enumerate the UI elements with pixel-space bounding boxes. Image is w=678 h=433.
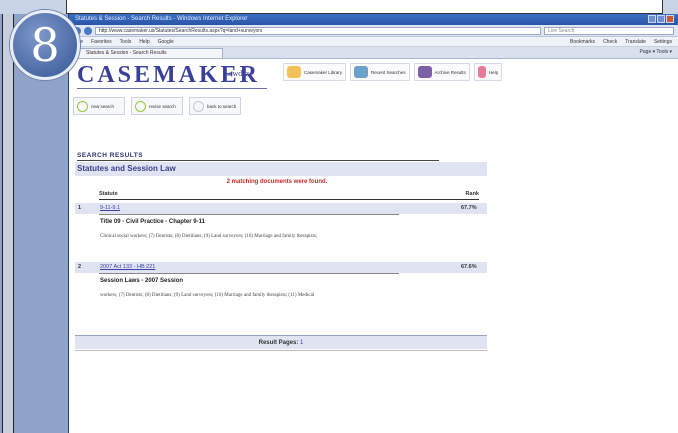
revise-search-icon [135,100,146,112]
tab-bar: Statutes & Session - Search Results Page… [69,47,678,59]
pages-bottom-rule [75,350,487,351]
slide-left-frame [2,14,14,433]
help-bulb-icon [477,66,486,78]
result-row-band [75,203,487,214]
window-titlebar: Statutes & Session - Search Results - Wi… [69,14,678,25]
result-number: 1 [78,205,82,211]
search-results-heading: SEARCH RESULTS [77,152,144,159]
heading-rule [77,160,439,161]
menu-bar: File Favorites Tools Help Google Bookmar… [69,37,678,47]
menu-google[interactable]: Google [158,39,174,45]
nav-recent-button[interactable]: Recent Searches [350,63,410,81]
revise-search-label: revise search [149,103,176,109]
recent-searches-icon [354,66,369,78]
statute-column-label[interactable]: Statute [99,191,118,197]
step-number-badge: 8 [10,10,80,80]
results-column-header: Statute Rank [99,191,479,197]
forward-icon[interactable] [84,26,92,35]
result-link[interactable]: 9-11-9.1 [100,205,120,211]
slide-top-box [66,0,663,14]
menu-tools[interactable]: Tools [120,39,132,45]
page-content: CASEMAKER Lawdex Casemaker Library Recen… [69,59,678,433]
browser-search-input[interactable]: Live Search [544,26,674,35]
result-pages-bar: Result Pages: 1 [75,335,487,349]
casemaker-sub-logo: Lawdex [224,69,250,78]
result-separator [99,214,399,215]
result-snippet: Clinical social workers; (7) Dentists; (… [100,234,318,239]
menu-help[interactable]: Help [139,39,149,45]
new-search-label: new search [91,103,115,109]
result-title: Session Laws - 2007 Session [100,278,184,284]
nav-library-button[interactable]: Casemaker Library [283,63,347,81]
new-search-icon [77,100,88,112]
nav-library-label: Casemaker Library [304,69,343,75]
rank-column-label[interactable]: Rank [466,191,479,197]
address-bar: http://www.casemaker.us/Statutes/SearchR… [69,25,678,37]
result-separator [99,273,399,274]
menu-check[interactable]: Check [603,39,617,45]
search-subnav: new search revise search back to search [73,97,241,115]
window-title: Statutes & Session - Search Results - Wi… [75,16,248,22]
close-icon[interactable] [666,15,674,23]
library-icon [287,66,301,78]
tab-search-results[interactable]: Statutes & Session - Search Results [75,47,223,58]
nav-archive-button[interactable]: Archive Results [413,63,470,81]
match-count-message: 2 matching documents were found. [226,179,328,185]
section-title: Statutes and Session Law [75,162,487,176]
back-to-search-icon [193,100,204,112]
back-to-search-label: back to search [207,103,237,109]
window-controls [648,15,674,23]
new-search-button[interactable]: new search [73,97,125,115]
column-header-rule [99,199,479,200]
maximize-icon[interactable] [657,15,665,23]
result-rank: 67.6% [461,264,477,270]
result-title: Title 09 - Civil Practice - Chapter 9-11 [100,219,205,225]
result-link[interactable]: 2007 Act 133 - HB 221 [100,264,155,270]
browser-window: Statutes & Session - Search Results - Wi… [68,14,678,433]
tab-tools[interactable]: Page ▾ Tools ▾ [640,49,672,55]
result-pages-label: Result Pages: [258,340,299,346]
result-snippet: workers; (7) Dentists; (8) Dietitians; (… [100,293,315,298]
revise-search-button[interactable]: revise search [131,97,183,115]
nav-archive-label: Archive Results [434,69,466,75]
result-rank: 67.7% [461,205,477,211]
menu-settings[interactable]: Settings [654,39,672,45]
url-field[interactable]: http://www.casemaker.us/Statutes/SearchR… [95,26,541,35]
archive-icon [417,66,432,78]
result-number: 2 [78,264,82,270]
nav-help-button[interactable]: Help [473,63,503,81]
nav-help-label: Help [488,69,499,75]
logo-underline [77,88,267,89]
menu-favorites[interactable]: Favorites [91,39,112,45]
result-page-link[interactable]: 1 [300,340,303,346]
minimize-icon[interactable] [648,15,656,23]
menu-bookmarks[interactable]: Bookmarks [570,39,595,45]
menu-translate[interactable]: Translate [625,39,646,45]
top-nav: Casemaker Library Recent Searches Archiv… [283,63,503,81]
back-to-search-button[interactable]: back to search [189,97,241,115]
nav-recent-label: Recent Searches [371,69,406,75]
